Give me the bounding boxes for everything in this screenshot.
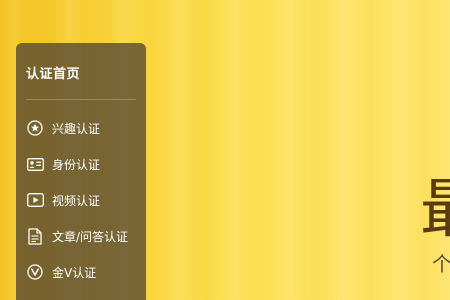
sidebar-item-label: 兴趣认证	[52, 121, 101, 136]
id-card-icon	[26, 155, 44, 173]
hero-heading: 最	[420, 178, 450, 242]
sidebar-item-identity-auth[interactable]: 身份认证	[26, 154, 141, 174]
video-play-icon	[26, 191, 44, 209]
sidebar-item-label: 文章/问答认证	[52, 229, 129, 244]
hero-subtitle: 个	[432, 254, 450, 274]
sidebar-divider	[26, 99, 136, 100]
sidebar-item-label: 身份认证	[52, 157, 101, 172]
star-circle-icon	[26, 119, 44, 137]
sidebar-item-article-qa-auth[interactable]: 文章/问答认证	[26, 226, 141, 246]
sidebar-title[interactable]: 认证首页	[26, 63, 80, 82]
sidebar-item-label: 视频认证	[52, 193, 101, 208]
sidebar-item-label: 金V认证	[52, 265, 97, 280]
sidebar-item-video-auth[interactable]: 视频认证	[26, 190, 141, 210]
sidebar-item-interest-auth[interactable]: 兴趣认证	[26, 118, 141, 138]
auth-sidebar: 认证首页 兴趣认证 身份认证 视频认证 文章/问答认证 金V认证	[16, 43, 146, 300]
v-badge-icon	[26, 263, 44, 281]
document-icon	[26, 227, 44, 245]
sidebar-item-gold-v-auth[interactable]: 金V认证	[26, 262, 141, 282]
